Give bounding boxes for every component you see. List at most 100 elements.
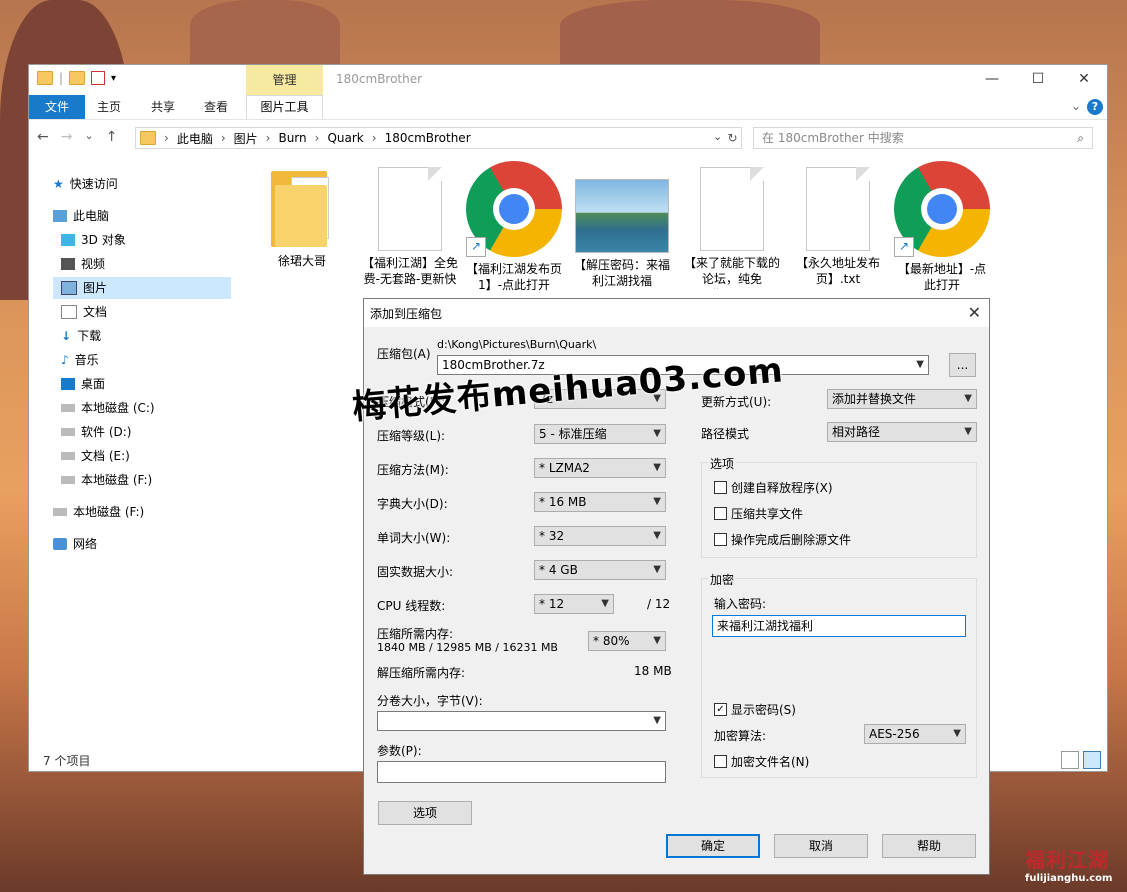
sidebar-item-pictures[interactable]: 图片 [53,277,231,299]
tab-share[interactable]: 共享 [151,95,175,119]
sidebar-item-videos[interactable]: 视频 [61,253,105,275]
breadcrumb-item[interactable]: 此电脑 [177,130,213,147]
sidebar-item-drive-e[interactable]: 文档 (E:) [61,445,130,467]
chevron-down-icon: ▼ [653,496,661,507]
sidebar-item-drive-d[interactable]: 软件 (D:) [61,421,131,443]
help-button[interactable]: 帮助 [882,834,976,858]
back-button[interactable]: ← [37,129,49,145]
ribbon-tabs: 文件 主页 共享 查看 图片工具 ⌄ ? [29,95,1107,120]
sidebar-item-documents[interactable]: 文档 [61,301,107,323]
file-item-text[interactable]: 【永久地址发布页】.txt [788,167,888,289]
properties-icon[interactable] [91,71,106,85]
sidebar-item-music[interactable]: ♪ 音乐 [61,349,99,371]
address-toolbar: ← → ⌄ ↑ › 此电脑 › 图片 › Burn › Quark › 180c… [29,123,1107,153]
file-item-shortcut[interactable]: ↗ 【福利江湖发布页1】-点此打开 [464,161,564,295]
quick-access-toolbar: | ▾ [37,71,116,85]
solid-select[interactable]: * 4 GB ▼ [534,560,666,580]
folder-icon [271,167,333,249]
path-mode-label: 路径模式 [701,427,750,441]
mem-percent-select[interactable]: * 80% ▼ [588,631,666,651]
browse-button[interactable]: ... [949,353,976,377]
method-select[interactable]: * LZMA2 ▼ [534,458,666,478]
delete-after-checkbox[interactable]: 操作完成后删除源文件 [714,531,851,548]
file-item-shortcut[interactable]: ↗ 【最新地址】-点此打开 [892,161,992,295]
breadcrumb-item[interactable]: Burn [278,131,306,145]
shortcut-arrow-icon: ↗ [466,237,486,257]
chevron-down-icon[interactable]: ▾ [111,73,116,84]
text-file-icon [806,167,870,251]
file-item-text[interactable]: 【来了就能下载的论坛，纯免费】.txt [682,167,782,289]
ok-button[interactable]: 确定 [666,834,760,858]
dict-select[interactable]: * 16 MB ▼ [534,492,666,512]
window-title: 180cmBrother [336,72,423,86]
archive-label: 压缩包(A) [377,347,431,361]
tab-view[interactable]: 查看 [204,95,228,119]
word-select[interactable]: * 32 ▼ [534,526,666,546]
breadcrumb-item[interactable]: 180cmBrother [385,131,471,145]
sidebar-item-3d-objects[interactable]: 3D 对象 [61,229,126,251]
file-item-image[interactable]: 【解压密码：来福利江湖找福利】.jpg [572,179,672,291]
help-icon[interactable]: ? [1087,99,1103,115]
update-mode-select[interactable]: 添加并替换文件 ▼ [827,389,977,409]
tab-picture-tools[interactable]: 图片工具 [246,95,323,119]
split-size-combo[interactable]: ▼ [377,711,666,731]
forward-button[interactable]: → [61,129,73,145]
chevron-down-icon: ▼ [653,564,661,575]
file-item-text[interactable]: 【福利江湖】全免费-无套路-更新快 [360,167,460,289]
sidebar-item-network[interactable]: 网络 [53,533,97,555]
sidebar-item-quick-access[interactable]: ★ 快速访问 [53,173,118,195]
compress-shared-checkbox[interactable]: 压缩共享文件 [714,505,803,522]
chevron-down-icon: ▼ [601,598,609,609]
method-label: 压缩方法(M): [377,463,449,477]
create-sfx-checkbox[interactable]: 创建自释放程序(X) [714,479,833,496]
large-icons-view-icon[interactable] [1083,751,1101,769]
minimize-button[interactable]: — [969,65,1015,93]
up-button[interactable]: ↑ [106,129,118,145]
sidebar-item-desktop[interactable]: 桌面 [61,373,105,395]
level-select[interactable]: 5 - 标准压缩 ▼ [534,424,666,444]
sidebar-item-drive-f[interactable]: 本地磁盘 (F:) [61,469,152,491]
cancel-button[interactable]: 取消 [774,834,868,858]
new-folder-icon[interactable] [69,71,86,85]
tab-home[interactable]: 主页 [97,95,121,119]
algorithm-select[interactable]: AES-256 ▼ [864,724,966,744]
sidebar-item-this-pc[interactable]: 此电脑 [53,205,109,227]
drive-icon [61,476,75,484]
recent-locations-button[interactable]: ⌄ [84,129,93,145]
sidebar-item-drive-f-2[interactable]: 本地磁盘 (F:) [53,501,144,523]
options-button[interactable]: 选项 [378,801,472,825]
address-dropdown-icon[interactable]: ⌄ [713,130,722,143]
close-button[interactable]: ✕ [1061,65,1107,93]
sidebar-item-drive-c[interactable]: 本地磁盘 (C:) [61,397,155,419]
chevron-down-icon: ▼ [964,393,972,404]
folder-icon [37,71,53,85]
path-mode-select[interactable]: 相对路径 ▼ [827,422,977,442]
tab-file[interactable]: 文件 [29,95,85,119]
search-input[interactable]: 在 180cmBrother 中搜索 ⌕ [753,127,1093,149]
encrypt-filenames-checkbox[interactable]: 加密文件名(N) [714,753,809,770]
algorithm-label: 加密算法: [714,729,767,743]
breadcrumb-item[interactable]: Quark [327,131,363,145]
sidebar-item-downloads[interactable]: ↓ 下载 [61,325,101,347]
breadcrumb-item[interactable]: 图片 [234,130,258,147]
text-file-icon [378,167,442,251]
address-bar[interactable]: › 此电脑 › 图片 › Burn › Quark › 180cmBrother… [135,127,742,149]
text-file-icon [700,167,764,251]
params-input[interactable] [377,761,666,783]
password-input[interactable]: 来福利江湖找福利 [712,615,966,637]
decomp-label: 解压缩所需内存: [377,666,466,680]
dialog-title: 添加到压缩包 [370,307,443,321]
cpu-select[interactable]: * 12 ▼ [534,594,614,614]
close-icon[interactable]: ✕ [968,303,981,322]
refresh-icon[interactable]: ↻ [724,127,742,149]
music-icon: ♪ [61,353,69,367]
details-view-icon[interactable] [1061,751,1079,769]
tab-manage[interactable]: 管理 [246,65,323,95]
file-item-folder[interactable]: 徐珺大哥 [252,167,352,287]
cube-icon [61,234,75,246]
chevron-down-icon: ▼ [653,530,661,541]
show-password-checkbox[interactable]: ✓ 显示密码(S) [714,701,796,718]
background-rock [190,0,340,64]
maximize-button[interactable]: ☐ [1015,65,1061,93]
ribbon-expand-icon[interactable]: ⌄ [1071,99,1081,113]
